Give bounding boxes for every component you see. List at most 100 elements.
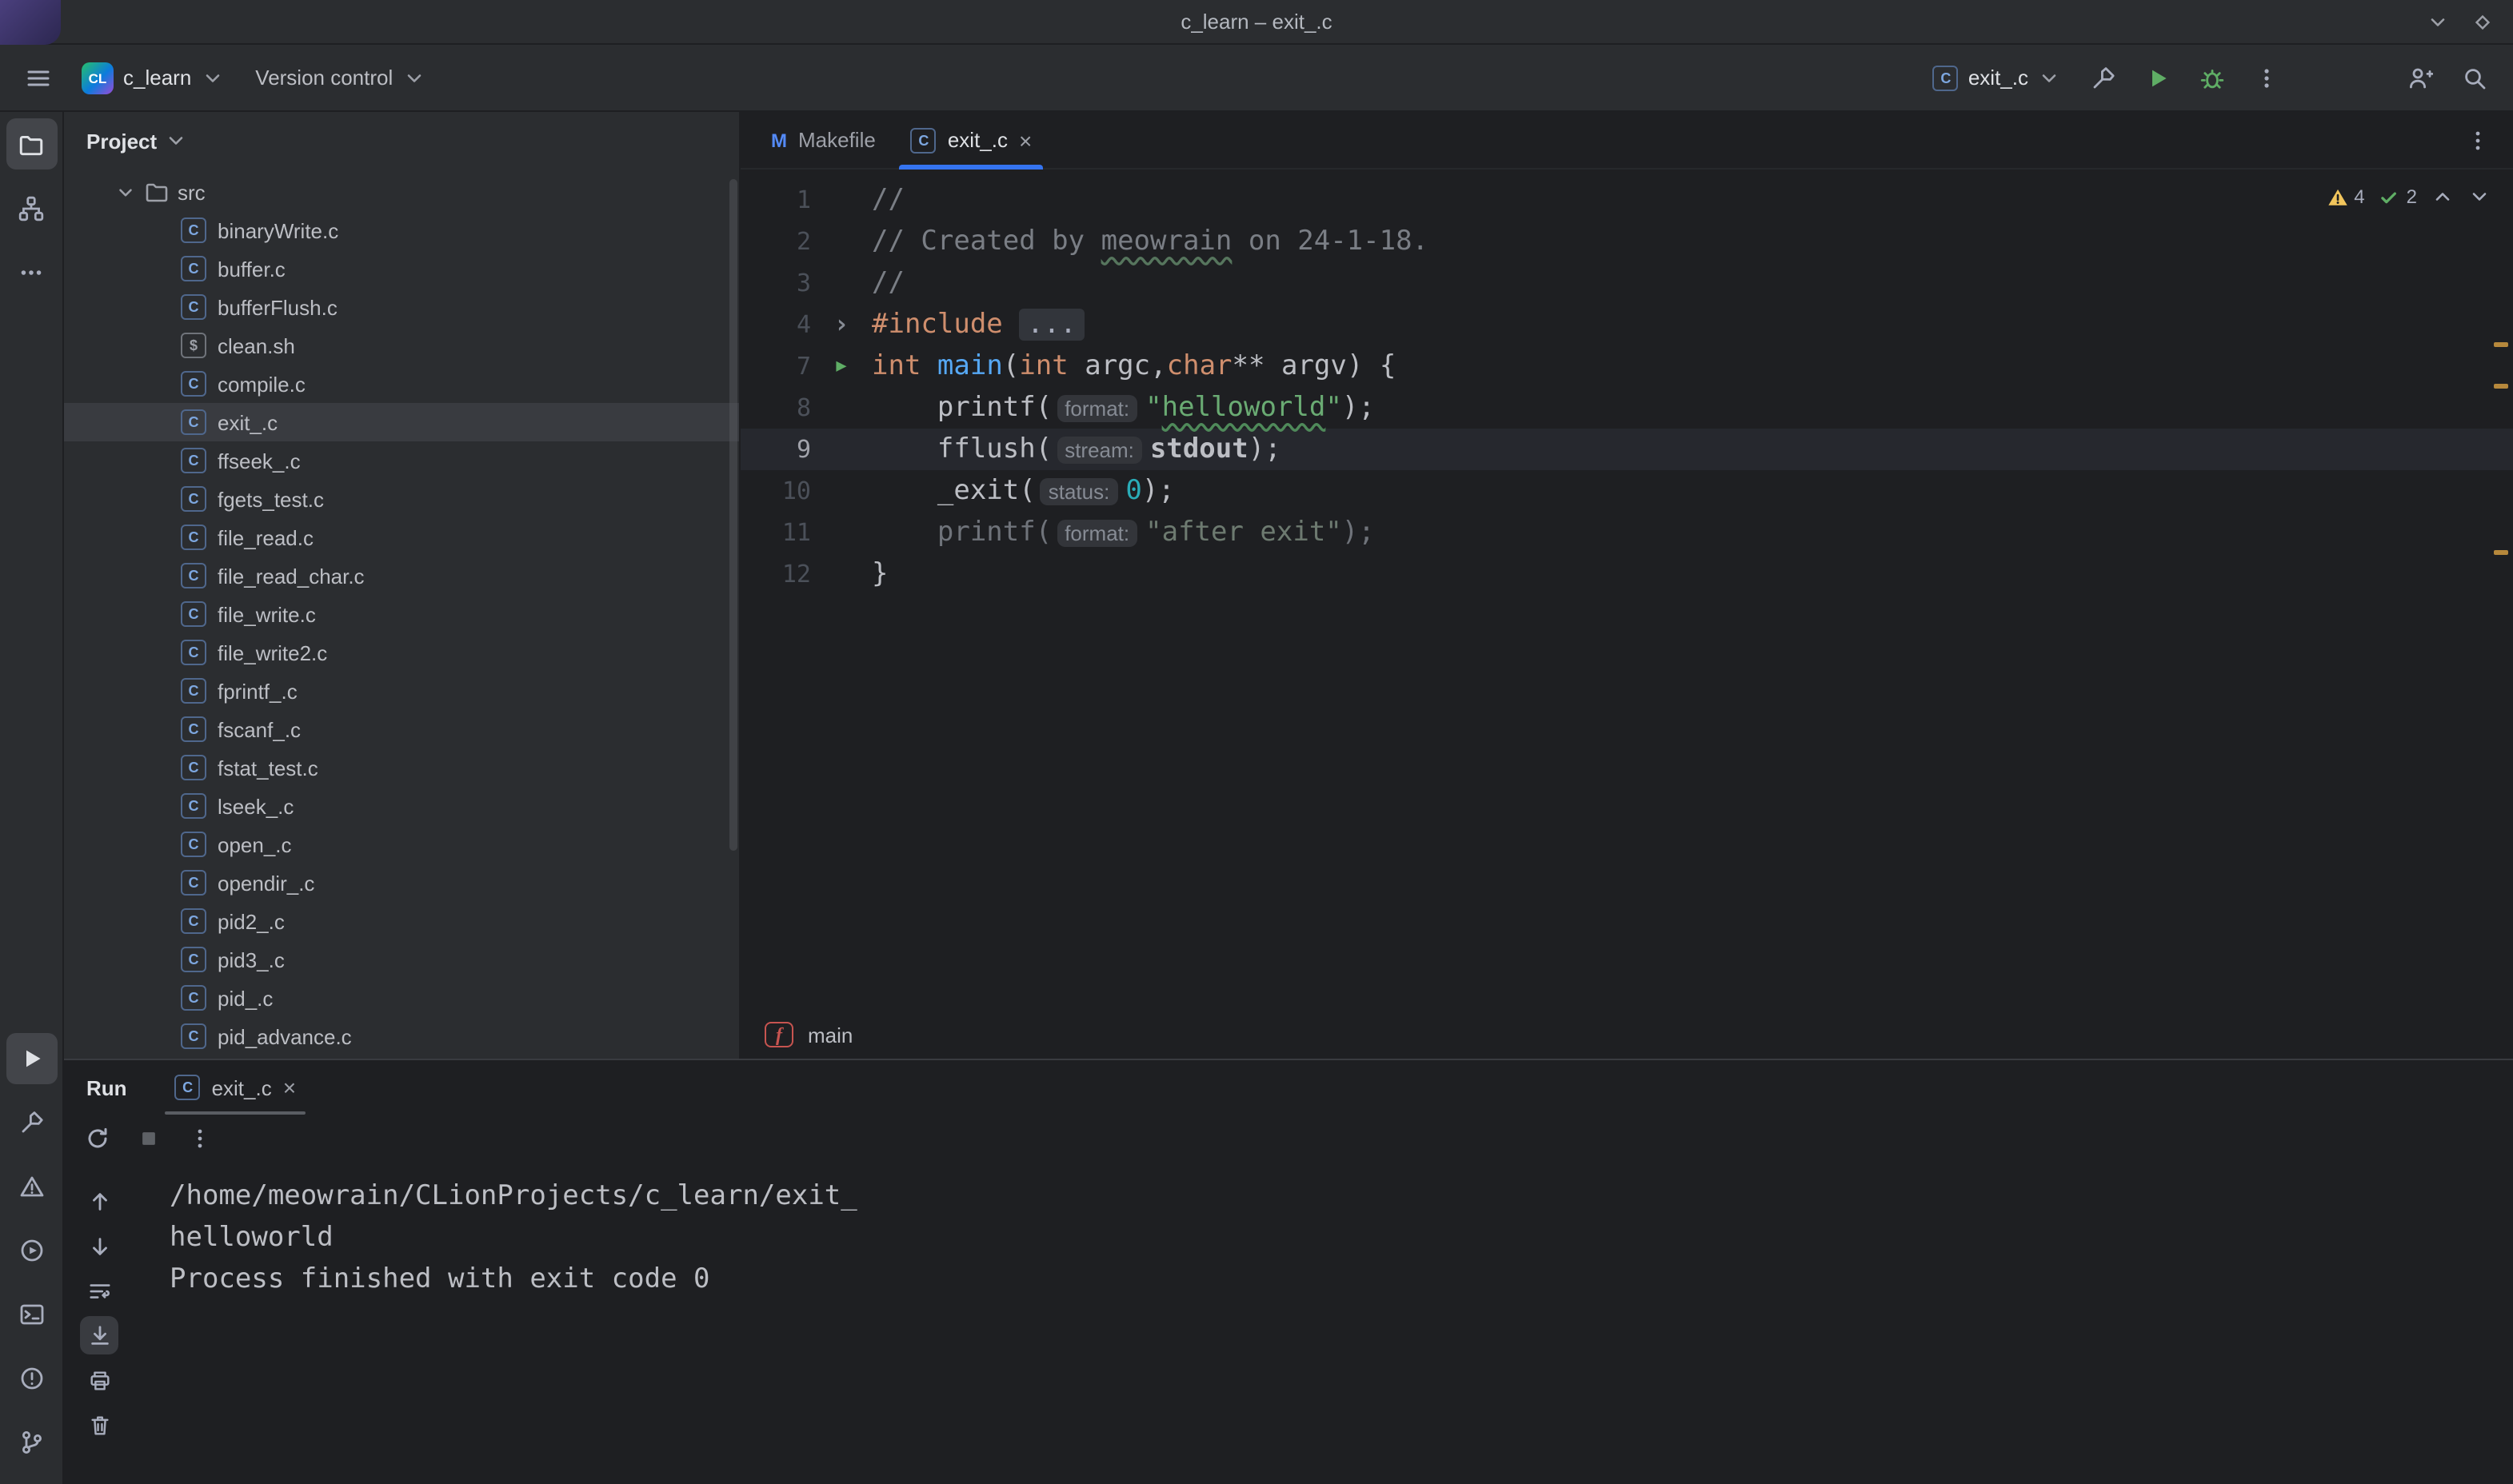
tree-item-fstat_test.c[interactable]: Cfstat_test.c xyxy=(64,748,739,787)
code-text[interactable]: fflush(stream:stdout); xyxy=(872,429,1281,470)
soft-wrap-icon[interactable] xyxy=(80,1271,118,1310)
build-button[interactable] xyxy=(2081,55,2126,100)
code-with-me-button[interactable] xyxy=(2398,55,2443,100)
tab-makefile[interactable]: M Makefile xyxy=(753,112,893,168)
tree-item-clean.sh[interactable]: $clean.sh xyxy=(64,326,739,365)
line-number[interactable]: 7 xyxy=(741,345,811,387)
tree-item-pid3_.c[interactable]: Cpid3_.c xyxy=(64,940,739,979)
tree-item-buffer.c[interactable]: Cbuffer.c xyxy=(64,249,739,288)
inspections-widget[interactable]: 4 2 xyxy=(2327,186,2491,208)
code-text[interactable]: printf(format:"helloworld"); xyxy=(872,387,1375,429)
code-text[interactable]: _exit(status:0); xyxy=(872,470,1175,512)
tree-item-fprintf_.c[interactable]: Cfprintf_.c xyxy=(64,672,739,710)
hamburger-menu-icon[interactable] xyxy=(16,55,61,100)
line-number[interactable]: 2 xyxy=(741,221,811,262)
close-tab-icon[interactable]: × xyxy=(1019,129,1032,151)
warnings-count[interactable]: 4 xyxy=(2327,186,2364,208)
tree-item-fscanf_.c[interactable]: Cfscanf_.c xyxy=(64,710,739,748)
project-widget[interactable]: CL c_learn xyxy=(70,55,234,100)
line-number[interactable]: 8 xyxy=(741,387,811,429)
code-text[interactable]: // Created by meowrain on 24-1-18. xyxy=(872,221,1428,262)
passed-count[interactable]: 2 xyxy=(2379,186,2417,208)
tree-item-pid2_.c[interactable]: Cpid2_.c xyxy=(64,902,739,940)
scroll-to-end-icon[interactable] xyxy=(80,1316,118,1354)
run-gutter-icon[interactable]: ▶ xyxy=(811,345,872,387)
breadcrumb-function[interactable]: main xyxy=(808,1023,853,1047)
run-button[interactable] xyxy=(2135,55,2180,100)
scrollbar-warning-mark[interactable] xyxy=(2494,342,2508,347)
window-chevron-icon[interactable] xyxy=(2427,10,2449,33)
stripe-item-project[interactable] xyxy=(6,118,57,170)
stripe-item-run[interactable] xyxy=(6,1033,57,1084)
scrollbar-warning-mark[interactable] xyxy=(2494,384,2508,389)
tree-item-src[interactable]: src xyxy=(64,173,739,211)
tree-item-pid_advance.c[interactable]: Cpid_advance.c xyxy=(64,1017,739,1055)
stripe-item-terminal[interactable] xyxy=(6,1289,57,1340)
code-text[interactable]: } xyxy=(872,553,889,595)
line-number[interactable]: 1 xyxy=(741,179,811,221)
tree-item-pid_.c[interactable]: Cpid_.c xyxy=(64,979,739,1017)
file-name: lseek_.c xyxy=(218,794,294,818)
window-diamond-icon[interactable] xyxy=(2471,10,2494,33)
search-everywhere-button[interactable] xyxy=(2452,55,2497,100)
line-number[interactable]: 12 xyxy=(741,553,811,595)
stripe-item-problems[interactable] xyxy=(6,1161,57,1212)
code-text[interactable]: // xyxy=(872,179,905,221)
c-file-icon: C xyxy=(181,640,206,665)
line-number[interactable]: 9 xyxy=(741,429,811,470)
stripe-item-more-tools[interactable] xyxy=(6,246,57,297)
project-panel-header[interactable]: Project xyxy=(64,112,739,170)
tree-item-compile.c[interactable]: Ccompile.c xyxy=(64,365,739,403)
more-actions-button[interactable] xyxy=(2244,55,2289,100)
line-number[interactable]: 3 xyxy=(741,262,811,304)
tree-item-file_read.c[interactable]: Cfile_read.c xyxy=(64,518,739,556)
chevron-down-icon[interactable] xyxy=(115,182,136,202)
code-text[interactable]: printf(format:"after exit"); xyxy=(872,512,1375,553)
scrollbar-warning-mark[interactable] xyxy=(2494,550,2508,555)
code-text[interactable]: // xyxy=(872,262,905,304)
vcs-widget[interactable]: Version control xyxy=(244,59,436,96)
run-configuration-selector[interactable]: C exit_.c xyxy=(1922,58,2072,97)
fold-gutter-icon[interactable]: › xyxy=(811,304,872,345)
tree-item-file_read_char.c[interactable]: Cfile_read_char.c xyxy=(64,556,739,595)
tree-item-exit_.c[interactable]: Cexit_.c xyxy=(64,403,739,441)
tree-item-bufferFlush.c[interactable]: CbufferFlush.c xyxy=(64,288,739,326)
prev-issue-icon[interactable] xyxy=(2431,186,2454,208)
clear-console-icon[interactable] xyxy=(80,1406,118,1444)
tree-item-lseek_.c[interactable]: Clseek_.c xyxy=(64,787,739,825)
stripe-item-version-control[interactable] xyxy=(6,1417,57,1468)
stripe-item-services[interactable] xyxy=(6,1225,57,1276)
tree-item-ffseek_.c[interactable]: Cffseek_.c xyxy=(64,441,739,480)
project-scrollbar[interactable] xyxy=(729,179,737,851)
tree-item-open_.c[interactable]: Copen_.c xyxy=(64,825,739,864)
rerun-button[interactable] xyxy=(78,1119,117,1158)
line-number[interactable]: 11 xyxy=(741,512,811,553)
editor-options-button[interactable] xyxy=(2455,118,2500,162)
tree-item-file_write.c[interactable]: Cfile_write.c xyxy=(64,595,739,633)
line-number[interactable]: 4 xyxy=(741,304,811,345)
tree-item-opendir_.c[interactable]: Copendir_.c xyxy=(64,864,739,902)
stripe-item-build[interactable] xyxy=(6,1097,57,1148)
up-arrow-icon[interactable] xyxy=(80,1182,118,1220)
code-text[interactable]: int main(int argc,char** argv) { xyxy=(872,345,1396,387)
run-more-options-button[interactable] xyxy=(181,1119,219,1158)
tree-item-binaryWrite.c[interactable]: CbinaryWrite.c xyxy=(64,211,739,249)
title-bar[interactable]: c_learn – exit_.c xyxy=(0,0,2513,45)
project-tree-files: CbinaryWrite.cCbuffer.cCbufferFlush.c$cl… xyxy=(64,211,739,1055)
debug-button[interactable] xyxy=(2190,55,2235,100)
tree-item-fgets_test.c[interactable]: Cfgets_test.c xyxy=(64,480,739,518)
run-console[interactable]: /home/meowrain/CLionProjects/c_learn/exi… xyxy=(134,1163,2513,1484)
tree-item-file_write2.c[interactable]: Cfile_write2.c xyxy=(64,633,739,672)
stripe-item-structure[interactable] xyxy=(6,182,57,233)
next-issue-icon[interactable] xyxy=(2468,186,2491,208)
line-number[interactable]: 10 xyxy=(741,470,811,512)
code-text[interactable]: #include ... xyxy=(872,304,1085,345)
print-icon[interactable] xyxy=(80,1361,118,1399)
close-tab-icon[interactable]: × xyxy=(283,1076,296,1099)
run-tab-exit-c[interactable]: C exit_.c × xyxy=(166,1060,306,1115)
tab-exit-c[interactable]: C exit_.c × xyxy=(893,112,1050,168)
code-area[interactable]: 1 // 2 // Created by meowrain on 24-1-18. 3 /… xyxy=(741,170,2513,1011)
stop-button[interactable] xyxy=(130,1119,168,1158)
down-arrow-icon[interactable] xyxy=(80,1227,118,1265)
stripe-item-notifications[interactable] xyxy=(6,1353,57,1404)
